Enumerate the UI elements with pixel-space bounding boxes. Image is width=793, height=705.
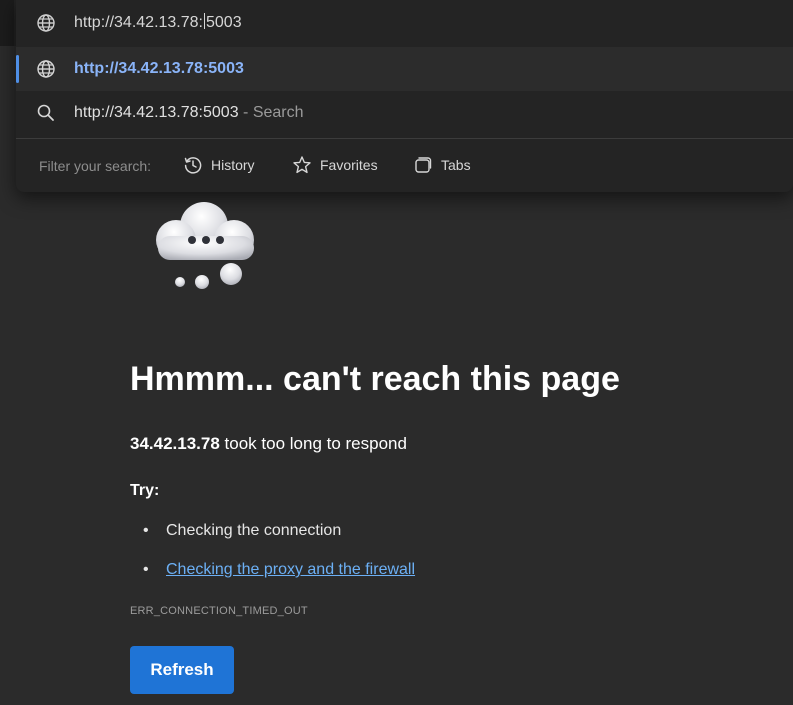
address-text-start: http://34.42.13.78: bbox=[74, 14, 203, 31]
tabs-icon bbox=[415, 157, 432, 173]
suggestion-url-text: http://34.42.13.78:5003 bbox=[74, 60, 244, 77]
try-heading: Try: bbox=[130, 482, 160, 499]
filter-favorites-button[interactable]: Favorites bbox=[292, 150, 378, 180]
suggestion-url[interactable]: http://34.42.13.78:5003 bbox=[16, 47, 793, 91]
globe-icon bbox=[37, 14, 55, 32]
window-left-edge bbox=[0, 0, 14, 46]
suggestion-search-query: http://34.42.13.78:5003 bbox=[74, 104, 239, 121]
filter-history-button[interactable]: History bbox=[183, 150, 255, 180]
error-host: 34.42.13.78 bbox=[130, 434, 220, 453]
text-caret bbox=[204, 13, 205, 29]
suggestion-check-connection: Checking the connection bbox=[166, 522, 342, 539]
error-code: ERR_CONNECTION_TIMED_OUT bbox=[130, 605, 308, 617]
address-bar-dropdown: http://34.42.13.78: 5003 http://34.42.13.… bbox=[16, 0, 793, 192]
error-title: Hmmm... can't reach this page bbox=[130, 360, 620, 398]
filter-favorites-label: Favorites bbox=[320, 157, 378, 173]
suggestion-search-hint: - Search bbox=[243, 104, 304, 121]
refresh-button[interactable]: Refresh bbox=[130, 646, 234, 694]
filter-label: Filter your search: bbox=[39, 158, 152, 174]
history-icon bbox=[184, 157, 202, 174]
check-proxy-firewall-link[interactable]: Checking the proxy and the firewall bbox=[166, 561, 415, 579]
globe-icon bbox=[37, 60, 55, 78]
address-text-end: 5003 bbox=[206, 14, 242, 31]
search-icon bbox=[37, 104, 54, 121]
filter-history-label: History bbox=[211, 157, 255, 173]
filter-tabs-button[interactable]: Tabs bbox=[413, 150, 471, 180]
thinking-cloud-icon bbox=[156, 202, 254, 289]
star-icon bbox=[293, 156, 311, 174]
suggestion-search-text: http://34.42.13.78:5003 - Search bbox=[74, 104, 304, 122]
error-description: took too long to respond bbox=[224, 434, 407, 453]
bullet-dot: • bbox=[143, 561, 149, 578]
filter-tabs-label: Tabs bbox=[441, 157, 471, 173]
suggestion-search[interactable]: http://34.42.13.78:5003 - Search bbox=[16, 91, 793, 135]
search-filter-bar: Filter your search: History Favorites Ta… bbox=[16, 139, 793, 192]
error-message: 34.42.13.78 took too long to respond bbox=[130, 434, 407, 454]
address-input[interactable]: http://34.42.13.78: 5003 bbox=[74, 13, 242, 32]
bullet-dot: • bbox=[143, 522, 149, 539]
address-bar[interactable]: http://34.42.13.78: 5003 bbox=[16, 0, 793, 46]
